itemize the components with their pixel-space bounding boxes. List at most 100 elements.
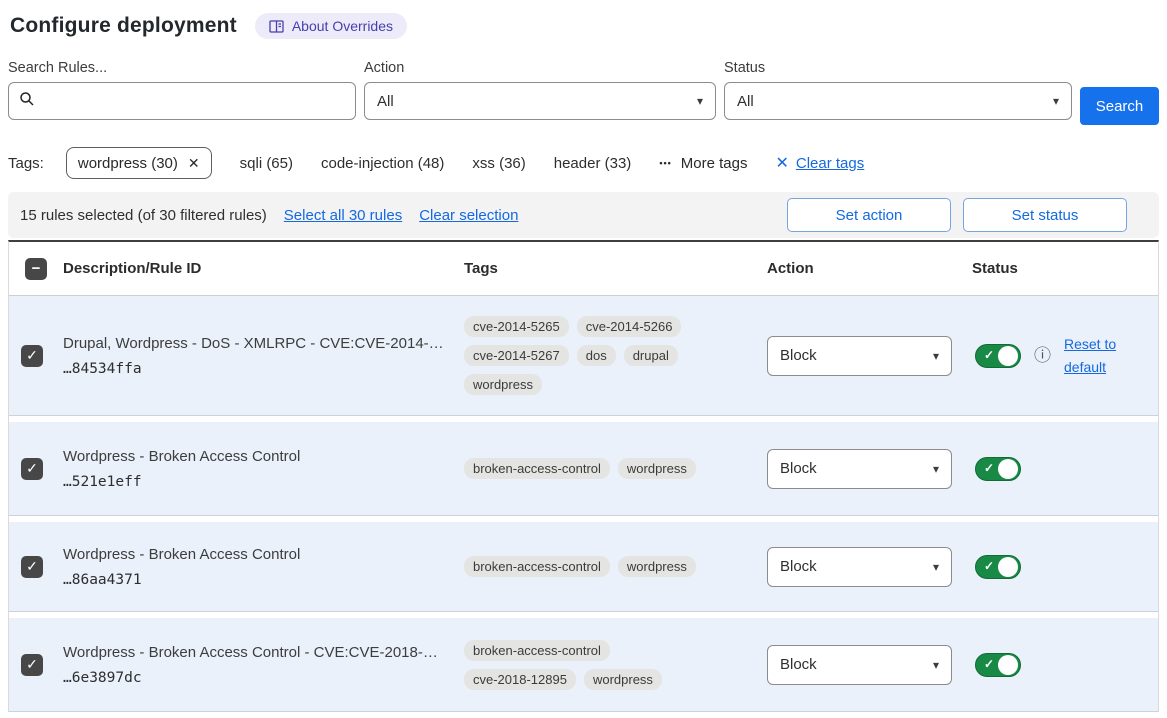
chevron-down-icon: ▾ — [1053, 94, 1059, 108]
action-select[interactable]: Block ▾ — [767, 547, 952, 587]
status-filter-select[interactable]: All ▾ — [724, 82, 1072, 120]
status-toggle-on[interactable]: ✓ — [975, 653, 1021, 677]
tags-bar: Tags: wordpress (30) ✕ sqli (65) code-in… — [8, 147, 1159, 179]
check-icon: ✓ — [984, 559, 994, 573]
rule-description: Wordpress - Broken Access Control — [63, 546, 456, 563]
rule-status-cell: ✓ — [964, 457, 1158, 481]
selection-bar: 15 rules selected (of 30 filtered rules)… — [8, 192, 1159, 238]
info-icon[interactable]: ⓘ — [1034, 347, 1051, 364]
toggle-knob — [998, 459, 1018, 479]
row-checkbox[interactable]: ✓ — [21, 458, 43, 480]
rule-action-cell: Block ▾ — [759, 645, 964, 685]
rule-tag: cve-2014-5267 — [464, 345, 569, 366]
rule-tag: drupal — [624, 345, 678, 366]
rule-action-cell: Block ▾ — [759, 336, 964, 376]
check-icon: ✓ — [984, 461, 994, 475]
tag-option-code-injection[interactable]: code-injection (48) — [321, 155, 444, 172]
row-checkbox[interactable]: ✓ — [21, 345, 43, 367]
action-value: Block — [780, 558, 817, 575]
rule-description: Wordpress - Broken Access Control — [63, 448, 456, 465]
table-header-row: − Description/Rule ID Tags Action Status — [9, 242, 1158, 296]
about-overrides-label: About Overrides — [292, 18, 393, 34]
rule-tag: wordpress — [618, 556, 696, 577]
table-row: ✓ Wordpress - Broken Access Control - CV… — [9, 618, 1158, 712]
rule-action-cell: Block ▾ — [759, 547, 964, 587]
action-select[interactable]: Block ▾ — [767, 336, 952, 376]
status-filter-value: All — [737, 93, 754, 110]
action-select[interactable]: Block ▾ — [767, 449, 952, 489]
col-action: Action — [759, 260, 964, 277]
select-all-checkbox[interactable]: − — [25, 258, 47, 280]
header-checkbox-cell: − — [9, 258, 55, 280]
rule-description: Drupal, Wordpress - DoS - XMLRPC - CVE:C… — [63, 335, 456, 352]
rule-tag: wordpress — [584, 669, 662, 690]
chevron-down-icon: ▾ — [933, 560, 939, 574]
tag-option-header[interactable]: header (33) — [554, 155, 632, 172]
action-filter-value: All — [377, 93, 394, 110]
about-overrides-badge[interactable]: About Overrides — [255, 13, 407, 39]
table-row: ✓ Wordpress - Broken Access Control …86a… — [9, 522, 1158, 612]
action-filter-select[interactable]: All ▾ — [364, 82, 716, 120]
remove-tag-icon[interactable]: ✕ — [188, 155, 200, 172]
reset-to-default-link[interactable]: Reset to default — [1064, 333, 1128, 378]
status-toggle-on[interactable]: ✓ — [975, 555, 1021, 579]
row-checkbox[interactable]: ✓ — [21, 654, 43, 676]
rule-tag: cve-2018-12895 — [464, 669, 576, 690]
search-rules-input[interactable] — [43, 92, 345, 111]
col-tags: Tags — [456, 260, 759, 277]
col-status: Status — [964, 260, 1158, 277]
tags-bar-label: Tags: — [8, 155, 44, 172]
rule-description: Wordpress - Broken Access Control - CVE:… — [63, 644, 456, 661]
toggle-knob — [998, 655, 1018, 675]
clear-tags-button[interactable]: ✕ Clear tags — [775, 153, 864, 173]
status-toggle-on[interactable]: ✓ — [975, 457, 1021, 481]
rule-description-cell: Wordpress - Broken Access Control …521e1… — [55, 448, 456, 490]
action-value: Block — [780, 460, 817, 477]
table-row: ✓ Drupal, Wordpress - DoS - XMLRPC - CVE… — [9, 296, 1158, 416]
action-value: Block — [780, 656, 817, 673]
action-select[interactable]: Block ▾ — [767, 645, 952, 685]
tag-option-sqli[interactable]: sqli (65) — [240, 155, 293, 172]
action-filter-group: Action All ▾ — [364, 60, 716, 125]
selection-summary: 15 rules selected (of 30 filtered rules) — [20, 207, 267, 224]
search-rules-group: Search Rules... — [8, 60, 356, 125]
rule-description-cell: Wordpress - Broken Access Control …86aa4… — [55, 546, 456, 588]
rule-description-cell: Wordpress - Broken Access Control - CVE:… — [55, 644, 456, 686]
page-header: Configure deployment About Overrides — [10, 10, 1159, 42]
set-action-button[interactable]: Set action — [787, 198, 951, 232]
more-tags-button[interactable]: ••• More tags — [659, 155, 747, 172]
rule-tags-cell: broken-access-control cve-2018-12895 wor… — [456, 640, 759, 690]
rule-tags-cell: broken-access-control wordpress — [456, 556, 759, 577]
row-checkbox[interactable]: ✓ — [21, 556, 43, 578]
tag-option-xss[interactable]: xss (36) — [472, 155, 525, 172]
rule-tag: wordpress — [464, 374, 542, 395]
rule-status-cell: ✓ ⓘ Reset to default — [964, 333, 1158, 378]
action-value: Block — [780, 347, 817, 364]
search-rules-inputbox — [8, 82, 356, 120]
set-status-button[interactable]: Set status — [963, 198, 1127, 232]
rule-tag: cve-2014-5266 — [577, 316, 682, 337]
selected-tag-label: wordpress (30) — [78, 155, 178, 172]
clear-tags-label: Clear tags — [796, 155, 864, 172]
selected-tag-wordpress[interactable]: wordpress (30) ✕ — [66, 147, 212, 179]
rule-id: …86aa4371 — [63, 572, 456, 588]
status-toggle-on[interactable]: ✓ — [975, 344, 1021, 368]
selection-actions: Set action Set status — [787, 198, 1127, 232]
close-icon: ✕ — [775, 153, 788, 173]
row-checkbox-cell: ✓ — [9, 654, 55, 676]
rule-id: …6e3897dc — [63, 670, 456, 686]
chevron-down-icon: ▾ — [933, 462, 939, 476]
status-filter-group: Status All ▾ — [724, 60, 1072, 125]
book-icon — [269, 20, 284, 33]
rule-description-cell: Drupal, Wordpress - DoS - XMLRPC - CVE:C… — [55, 335, 456, 377]
rule-tag: broken-access-control — [464, 556, 610, 577]
clear-selection-link[interactable]: Clear selection — [419, 207, 518, 224]
status-filter-label: Status — [724, 60, 1072, 76]
chevron-down-icon: ▾ — [933, 349, 939, 363]
toggle-knob — [998, 346, 1018, 366]
select-all-link[interactable]: Select all 30 rules — [284, 207, 402, 224]
chevron-down-icon: ▾ — [697, 94, 703, 108]
rule-tag: cve-2014-5265 — [464, 316, 569, 337]
rule-status-cell: ✓ — [964, 555, 1158, 579]
search-button[interactable]: Search — [1080, 87, 1159, 125]
